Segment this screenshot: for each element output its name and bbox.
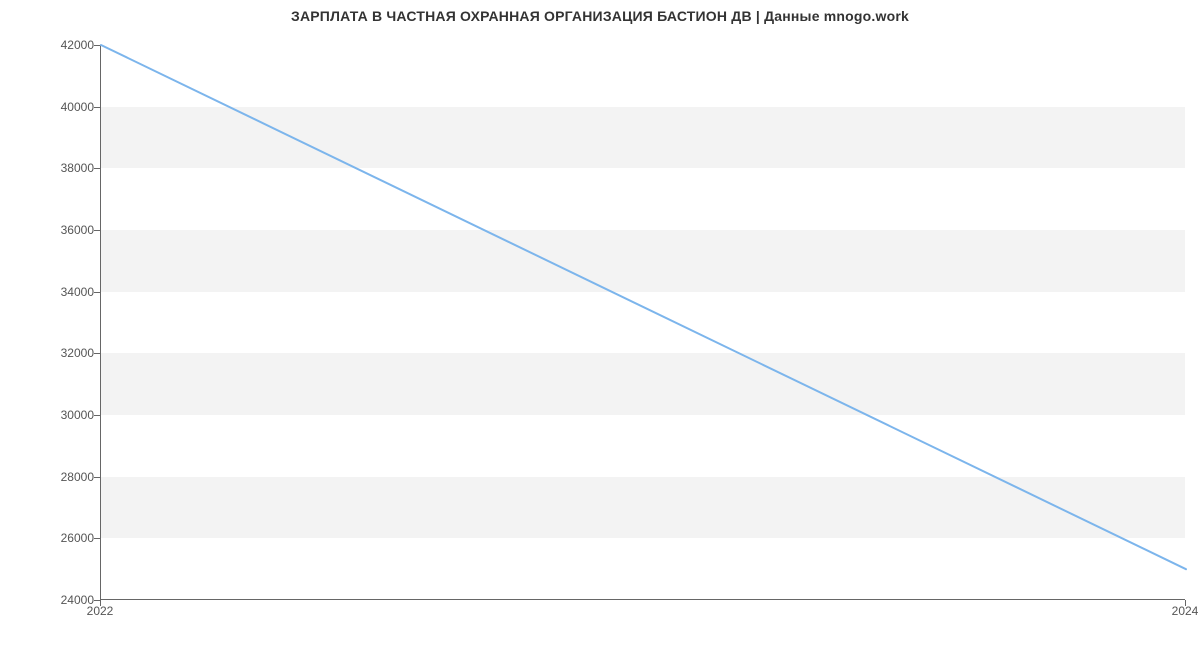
y-tick-label: 34000	[14, 285, 94, 299]
x-tick-mark	[100, 600, 101, 606]
line-layer	[101, 45, 1185, 599]
chart-container: ЗАРПЛАТА В ЧАСТНАЯ ОХРАННАЯ ОРГАНИЗАЦИЯ …	[0, 0, 1200, 650]
y-tick-label: 40000	[14, 100, 94, 114]
y-tick-label: 42000	[14, 38, 94, 52]
y-tick-mark	[94, 292, 100, 293]
series-line	[101, 45, 1186, 569]
y-tick-mark	[94, 538, 100, 539]
y-tick-mark	[94, 230, 100, 231]
y-tick-mark	[94, 415, 100, 416]
x-tick-label: 2024	[1172, 604, 1199, 618]
x-tick-mark	[1185, 600, 1186, 606]
y-tick-label: 30000	[14, 408, 94, 422]
y-tick-mark	[94, 477, 100, 478]
y-tick-label: 28000	[14, 470, 94, 484]
chart-title: ЗАРПЛАТА В ЧАСТНАЯ ОХРАННАЯ ОРГАНИЗАЦИЯ …	[0, 8, 1200, 24]
y-tick-mark	[94, 45, 100, 46]
y-tick-label: 36000	[14, 223, 94, 237]
plot-area	[100, 45, 1185, 600]
y-tick-mark	[94, 353, 100, 354]
y-tick-label: 38000	[14, 161, 94, 175]
y-tick-mark	[94, 107, 100, 108]
y-tick-label: 26000	[14, 531, 94, 545]
y-tick-label: 32000	[14, 346, 94, 360]
y-tick-mark	[94, 168, 100, 169]
y-tick-label: 24000	[14, 593, 94, 607]
x-tick-label: 2022	[87, 604, 114, 618]
